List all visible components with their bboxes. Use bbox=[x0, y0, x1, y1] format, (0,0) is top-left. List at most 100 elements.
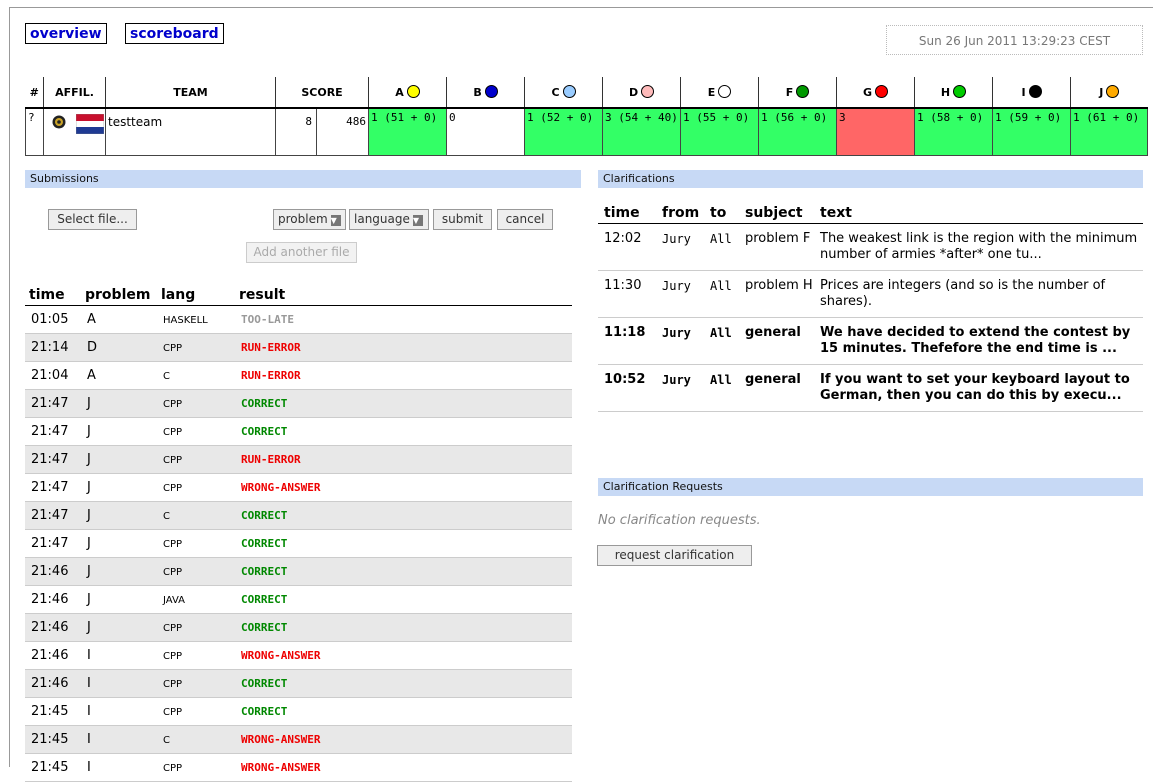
sub-result-text: WRONG-ANSWER bbox=[241, 733, 321, 746]
problem-letter: J bbox=[1099, 86, 1104, 99]
sub-result-text: CORRECT bbox=[241, 397, 288, 410]
submission-row[interactable]: 21:14 D CPP RUN-ERROR bbox=[25, 333, 572, 362]
submission-row[interactable]: 21:46 J JAVA CORRECT bbox=[25, 585, 572, 614]
problem-header-d: D bbox=[602, 77, 681, 109]
dropdown-arrow-icon: ▼ bbox=[330, 215, 341, 226]
clarification-row[interactable]: 12:02 Jury All problem F The weakest link is… bbox=[598, 223, 1143, 271]
submission-row[interactable]: 21:47 J CPP CORRECT bbox=[25, 417, 572, 446]
sub-time-text: 21:46 bbox=[31, 648, 69, 663]
sub-time-text: 21:46 bbox=[31, 564, 69, 579]
overview-link[interactable]: overview bbox=[25, 23, 107, 44]
sub-lang: HASKELL bbox=[157, 305, 235, 334]
add-another-file-button[interactable]: Add another file bbox=[246, 242, 357, 263]
sub-problem: I bbox=[81, 725, 157, 754]
sub-lang: CPP bbox=[157, 669, 235, 698]
sub-problem-text: J bbox=[87, 424, 91, 439]
submission-row[interactable]: 21:47 J C CORRECT bbox=[25, 501, 572, 530]
sub-time: 21:45 bbox=[25, 697, 81, 726]
submission-row[interactable]: 21:45 I C WRONG-ANSWER bbox=[25, 725, 572, 754]
problem-letter: H bbox=[940, 86, 951, 99]
sub-result-text: RUN-ERROR bbox=[241, 341, 301, 354]
clar-from: Jury bbox=[656, 364, 704, 412]
clar-text: Prices are integers (and so is the numbe… bbox=[814, 270, 1143, 318]
sub-problem-text: I bbox=[87, 648, 91, 663]
sub-lang-text: CPP bbox=[163, 679, 183, 690]
affil-header: AFFIL. bbox=[42, 77, 106, 109]
submission-row[interactable]: 21:47 J CPP WRONG-ANSWER bbox=[25, 473, 572, 502]
score-header: SCORE bbox=[275, 77, 369, 109]
sub-lang: CPP bbox=[157, 641, 235, 670]
problem-letter: D bbox=[628, 86, 639, 99]
sub-result: CORRECT bbox=[235, 417, 572, 446]
submit-button[interactable]: submit bbox=[433, 209, 492, 230]
team-row[interactable]: ? testteam 8 486 1 (51 + 0) 0 1 (52 + 0) 3 … bbox=[25, 107, 1149, 156]
submission-row[interactable]: 21:47 J CPP CORRECT bbox=[25, 529, 572, 558]
sub-lang: CPP bbox=[157, 529, 235, 558]
select-file-button[interactable]: Select file... bbox=[48, 209, 137, 230]
submission-row[interactable]: 21:46 J CPP CORRECT bbox=[25, 613, 572, 642]
submission-row[interactable]: 21:46 I CPP WRONG-ANSWER bbox=[25, 641, 572, 670]
submission-row[interactable]: 01:05 A HASKELL TOO-LATE bbox=[25, 305, 572, 334]
clarification-row[interactable]: 10:52 Jury All general If you want to set yo… bbox=[598, 364, 1143, 412]
sub-problem-text: J bbox=[87, 480, 91, 495]
sub-problem: I bbox=[81, 753, 157, 782]
sub-result: CORRECT bbox=[235, 585, 572, 614]
submissions-header: Submissions bbox=[25, 170, 581, 188]
problem-cell-d: 3 (54 + 40) bbox=[602, 107, 682, 156]
sub-result-text: WRONG-ANSWER bbox=[241, 481, 321, 494]
sub-lang-text: CPP bbox=[163, 427, 183, 438]
sub-result-text: WRONG-ANSWER bbox=[241, 761, 321, 774]
sub-result-text: CORRECT bbox=[241, 537, 288, 550]
sub-result: RUN-ERROR bbox=[235, 333, 572, 362]
sub-problem-text: I bbox=[87, 760, 91, 775]
scoreboard-link[interactable]: scoreboard bbox=[125, 23, 224, 44]
team-name[interactable]: testteam bbox=[105, 107, 277, 156]
sub-result: WRONG-ANSWER bbox=[235, 641, 572, 670]
sub-result: RUN-ERROR bbox=[235, 361, 572, 390]
sub-result: CORRECT bbox=[235, 613, 572, 642]
request-clarification-button[interactable]: request clarification bbox=[597, 545, 752, 566]
sub-problem-text: A bbox=[87, 368, 96, 383]
sub-time: 21:45 bbox=[25, 753, 81, 782]
submission-row[interactable]: 21:46 J CPP CORRECT bbox=[25, 557, 572, 586]
clar-time: 12:02 bbox=[598, 223, 656, 271]
sub-lang-text: CPP bbox=[163, 455, 183, 466]
sub-time-text: 21:45 bbox=[31, 704, 69, 719]
submission-row[interactable]: 21:47 J CPP CORRECT bbox=[25, 389, 572, 418]
sub-result-text: CORRECT bbox=[241, 677, 288, 690]
sub-result: WRONG-ANSWER bbox=[235, 725, 572, 754]
language-select[interactable]: language ▼ bbox=[349, 209, 429, 230]
problem-select[interactable]: problem ▼ bbox=[273, 209, 346, 230]
no-requests-text: No clarification requests. bbox=[598, 513, 761, 528]
problem-letter: F bbox=[785, 86, 794, 99]
sub-problem: D bbox=[81, 333, 157, 362]
balloon-icon bbox=[641, 85, 655, 98]
sub-result-text: RUN-ERROR bbox=[241, 369, 301, 382]
sub-problem-text: J bbox=[87, 452, 91, 467]
dropdown-arrow-icon: ▼ bbox=[412, 215, 423, 226]
sub-time-text: 21:47 bbox=[31, 452, 69, 467]
clarification-row[interactable]: 11:30 Jury All problem H Prices are integers… bbox=[598, 270, 1143, 318]
problem-letter: E bbox=[707, 86, 716, 99]
cancel-button[interactable]: cancel bbox=[497, 209, 553, 230]
affil-logo-cell bbox=[43, 107, 74, 156]
sub-problem: A bbox=[81, 361, 157, 390]
problem-letter: A bbox=[395, 86, 404, 99]
sub-lang: C bbox=[157, 725, 235, 754]
clar-col-text: text bbox=[814, 203, 1143, 224]
submission-row[interactable]: 21:04 A C RUN-ERROR bbox=[25, 361, 572, 390]
submission-row[interactable]: 21:45 I CPP WRONG-ANSWER bbox=[25, 753, 572, 782]
submission-row[interactable]: 21:45 I CPP CORRECT bbox=[25, 697, 572, 726]
clar-time: 11:18 bbox=[598, 317, 656, 365]
problem-header-a: A bbox=[368, 77, 447, 109]
col-lang: lang bbox=[157, 285, 235, 306]
submission-row[interactable]: 21:46 I CPP CORRECT bbox=[25, 669, 572, 698]
submission-row[interactable]: 21:47 J CPP RUN-ERROR bbox=[25, 445, 572, 474]
clarification-requests-header: Clarification Requests bbox=[598, 478, 1143, 496]
sub-time: 21:47 bbox=[25, 389, 81, 418]
sub-time: 21:04 bbox=[25, 361, 81, 390]
sub-lang-text: CPP bbox=[163, 763, 183, 774]
clarification-row[interactable]: 11:18 Jury All general We have decided to ex… bbox=[598, 317, 1143, 365]
page-border-top bbox=[9, 7, 1153, 8]
sub-result: WRONG-ANSWER bbox=[235, 473, 572, 502]
